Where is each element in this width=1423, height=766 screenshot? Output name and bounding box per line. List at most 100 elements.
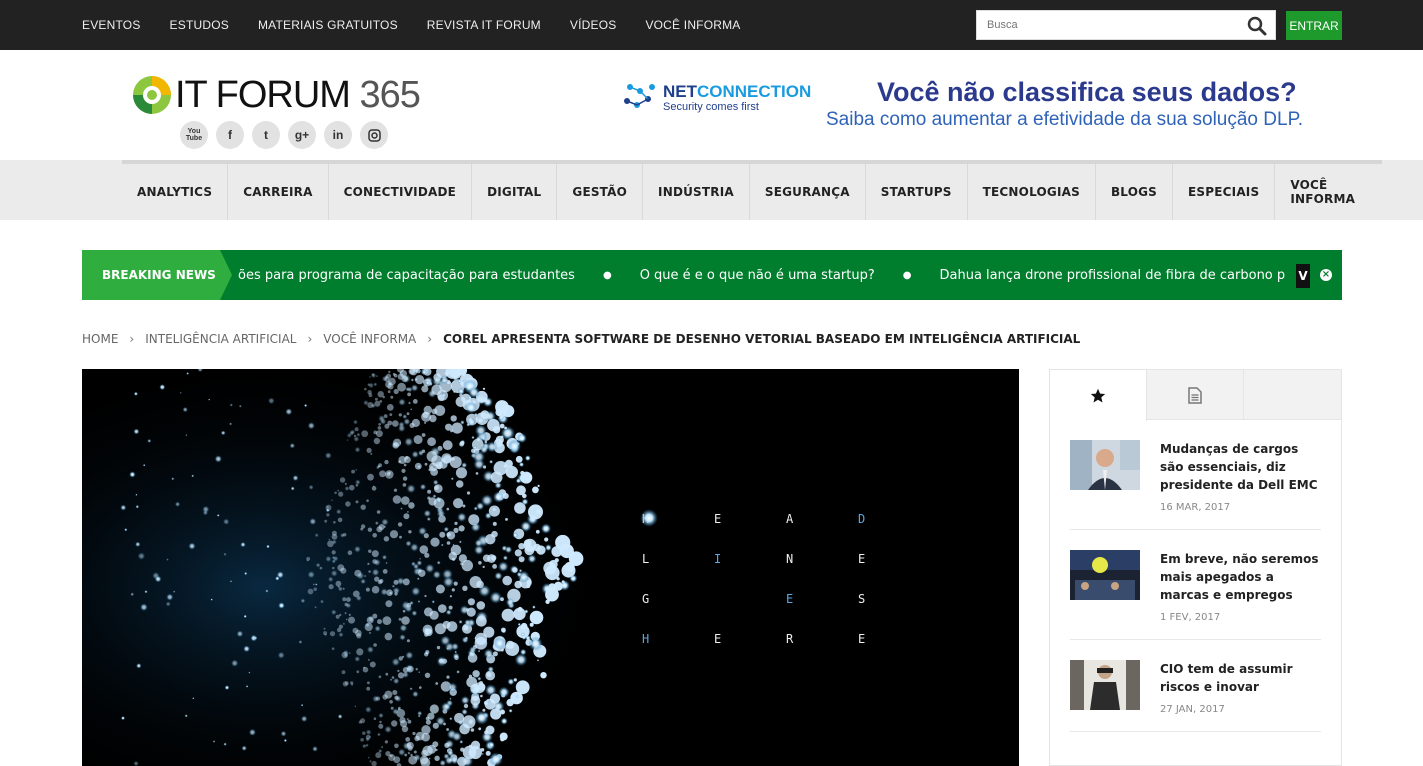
topnav-estudos[interactable]: ESTUDOS bbox=[170, 18, 229, 32]
particle bbox=[458, 525, 465, 532]
particle bbox=[423, 509, 432, 518]
sidebar-widget: Mudanças de cargos são essenciais, diz p… bbox=[1049, 369, 1342, 766]
breadcrumb-category[interactable]: VOCÊ INFORMA bbox=[323, 332, 416, 346]
post-thumbnail[interactable] bbox=[1070, 660, 1140, 710]
particle bbox=[442, 658, 448, 664]
topnav-revista[interactable]: REVISTA IT FORUM bbox=[427, 18, 541, 32]
particle bbox=[417, 714, 421, 718]
nav-especiais[interactable]: ESPECIAIS bbox=[1173, 164, 1276, 220]
particle bbox=[391, 676, 395, 679]
main-nav: ANALYTICS CARREIRA CONECTIVIDADE DIGITAL… bbox=[122, 160, 1382, 220]
particle bbox=[537, 484, 540, 487]
ad-banner[interactable]: NETCONNECTION Security comes first Você … bbox=[622, 75, 1342, 135]
particle bbox=[401, 468, 406, 473]
tab-recent[interactable] bbox=[1147, 370, 1244, 420]
facebook-icon[interactable]: f bbox=[216, 121, 244, 149]
particle bbox=[373, 643, 377, 647]
particle bbox=[459, 740, 464, 744]
particle bbox=[425, 716, 430, 721]
particle bbox=[338, 491, 344, 497]
nav-carreira[interactable]: CARREIRA bbox=[228, 164, 329, 220]
nav-conectividade[interactable]: CONECTIVIDADE bbox=[329, 164, 473, 220]
login-button[interactable]: ENTRAR bbox=[1286, 11, 1342, 40]
search-input[interactable] bbox=[977, 11, 1237, 39]
nav-tecnologias[interactable]: TECNOLOGIAS bbox=[968, 164, 1096, 220]
particle bbox=[365, 587, 370, 592]
list-item[interactable]: Em breve, não seremos mais apegados a ma… bbox=[1070, 530, 1321, 640]
particle bbox=[515, 455, 523, 463]
particle bbox=[353, 545, 361, 553]
particle bbox=[367, 681, 370, 685]
particle bbox=[385, 672, 389, 676]
list-item[interactable]: Mudanças de cargos são essenciais, diz p… bbox=[1070, 420, 1321, 530]
twitter-icon[interactable]: t bbox=[252, 121, 280, 149]
particle bbox=[397, 748, 406, 756]
search-icon[interactable] bbox=[1247, 16, 1267, 36]
particle bbox=[520, 632, 525, 637]
particle bbox=[554, 558, 559, 563]
topnav-voce-informa[interactable]: VOCÊ INFORMA bbox=[645, 18, 740, 32]
topnav-videos[interactable]: VÍDEOS bbox=[570, 18, 617, 32]
site-logo[interactable]: IT FORUM 365 bbox=[131, 70, 441, 120]
particle bbox=[446, 675, 450, 679]
particle bbox=[470, 695, 481, 706]
particle bbox=[376, 526, 383, 533]
list-item[interactable]: CIO tem de assumir riscos e inovar 27 JA… bbox=[1070, 640, 1321, 732]
particle bbox=[435, 584, 445, 594]
particle bbox=[518, 556, 525, 563]
nav-blogs[interactable]: BLOGS bbox=[1096, 164, 1174, 220]
nav-startups[interactable]: STARTUPS bbox=[866, 164, 968, 220]
particle bbox=[355, 629, 362, 637]
particle bbox=[451, 731, 462, 742]
particle bbox=[358, 720, 362, 724]
particle bbox=[446, 507, 450, 511]
topnav-materiais[interactable]: MATERIAIS GRATUITOS bbox=[258, 18, 398, 32]
particle bbox=[382, 694, 388, 700]
nav-digital[interactable]: DIGITAL bbox=[472, 164, 558, 220]
linkedin-icon[interactable]: in bbox=[324, 121, 352, 149]
ticker-next-item[interactable]: V bbox=[1296, 264, 1310, 288]
post-thumbnail[interactable] bbox=[1070, 440, 1140, 490]
particle bbox=[462, 585, 468, 591]
ticker-item[interactable]: O que é e o que não é uma startup? bbox=[632, 268, 883, 283]
post-title[interactable]: CIO tem de assumir riscos e inovar bbox=[1160, 660, 1321, 696]
tab-popular[interactable] bbox=[1050, 370, 1147, 421]
nav-analytics[interactable]: ANALYTICS bbox=[122, 164, 229, 220]
ticker-item[interactable]: Dahua lança drone profissional de fibra … bbox=[931, 268, 1285, 283]
youtube-icon[interactable]: You Tube bbox=[180, 121, 208, 149]
particle bbox=[385, 600, 393, 608]
post-date: 27 JAN, 2017 bbox=[1160, 704, 1225, 715]
particle bbox=[267, 397, 275, 405]
particle bbox=[346, 439, 349, 442]
nav-gestao[interactable]: GESTÃO bbox=[557, 164, 644, 220]
particle bbox=[423, 607, 433, 617]
particle bbox=[412, 399, 418, 404]
ticker-item[interactable]: ões para programa de capacitação para es… bbox=[230, 268, 583, 283]
nav-industria[interactable]: INDÚSTRIA bbox=[643, 164, 750, 220]
particle bbox=[381, 518, 389, 526]
particle bbox=[378, 712, 384, 719]
hero-letter: I bbox=[714, 552, 722, 566]
particle bbox=[471, 435, 475, 440]
instagram-icon[interactable] bbox=[360, 121, 388, 149]
particle bbox=[398, 456, 407, 464]
topnav-eventos[interactable]: EVENTOS bbox=[82, 18, 141, 32]
post-title[interactable]: Em breve, não seremos mais apegados a ma… bbox=[1160, 550, 1321, 604]
nav-seguranca[interactable]: SEGURANÇA bbox=[750, 164, 866, 220]
particle bbox=[450, 477, 454, 481]
post-title[interactable]: Mudanças de cargos são essenciais, diz p… bbox=[1160, 440, 1321, 494]
google-plus-icon[interactable]: g+ bbox=[288, 121, 316, 149]
particle bbox=[337, 517, 343, 523]
particle bbox=[505, 598, 515, 607]
breadcrumb-category[interactable]: INTELIGÊNCIA ARTIFICIAL bbox=[145, 332, 296, 346]
particle bbox=[445, 609, 452, 616]
close-icon[interactable]: × bbox=[1320, 269, 1332, 281]
nav-voce-informa[interactable]: VOCÊ INFORMA bbox=[1275, 164, 1382, 220]
breadcrumb-home[interactable]: HOME bbox=[82, 332, 118, 346]
particle bbox=[144, 590, 148, 594]
post-thumbnail[interactable] bbox=[1070, 550, 1140, 600]
particle bbox=[490, 708, 502, 720]
particle bbox=[383, 536, 390, 542]
particle bbox=[379, 578, 384, 584]
particle bbox=[343, 652, 349, 658]
